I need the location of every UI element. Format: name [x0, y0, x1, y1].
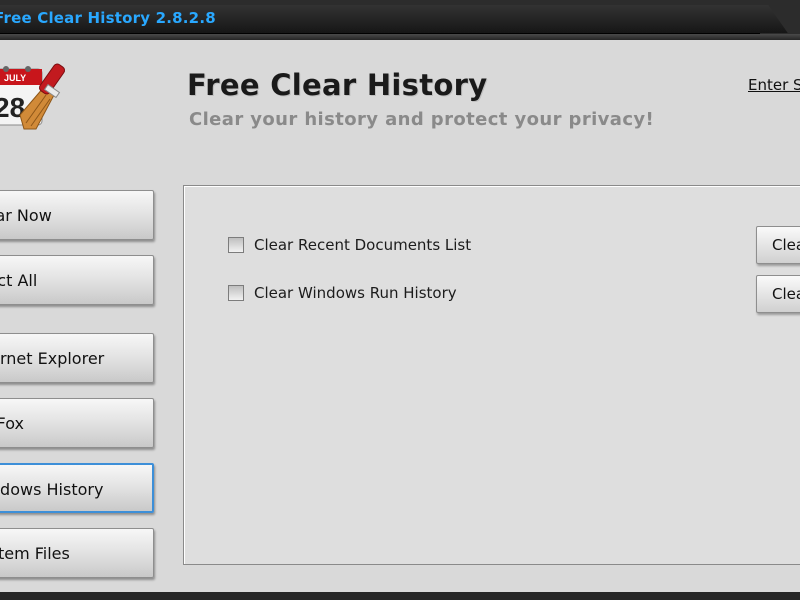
enter-serial-link[interactable]: Enter S — [748, 76, 800, 94]
option-run-history[interactable]: Clear Windows Run History — [228, 283, 457, 303]
button-label: Clear — [772, 236, 800, 254]
clear-recent-documents-button[interactable]: Clear — [756, 226, 800, 264]
nav-label: Clear Now — [0, 206, 52, 225]
select-all-button[interactable]: Select All — [0, 255, 154, 305]
calendar-month: JULY — [4, 73, 26, 83]
window-title: Free Clear History 2.8.2.8 — [0, 9, 216, 27]
option-label: Clear Windows Run History — [254, 284, 457, 302]
nav-label: Internet Explorer — [0, 349, 105, 368]
app-title: Free Clear History — [187, 68, 488, 102]
option-label: Clear Recent Documents List — [254, 236, 472, 254]
nav-internet-explorer-button[interactable]: Internet Explorer — [0, 333, 154, 383]
calendar-broom-icon: JULY 28 — [0, 55, 76, 137]
title-bar[interactable]: Free Clear History 2.8.2.8 — [0, 0, 800, 40]
nav-label: Windows History — [0, 480, 104, 499]
run-history-checkbox[interactable] — [228, 285, 244, 301]
clear-now-button[interactable]: Clear Now — [0, 190, 154, 240]
button-label: Clear — [772, 285, 800, 303]
nav-label: Select All — [0, 271, 38, 290]
option-recent-documents[interactable]: Clear Recent Documents List — [228, 235, 471, 255]
nav-label: FireFox — [0, 414, 24, 433]
nav-label: System Files — [0, 544, 70, 563]
recent-documents-checkbox[interactable] — [228, 237, 244, 253]
nav-firefox-button[interactable]: FireFox — [0, 398, 154, 448]
nav-windows-history-button[interactable]: Windows History — [0, 463, 154, 513]
bottom-frame — [0, 592, 800, 600]
clear-run-history-button[interactable]: Clear — [756, 275, 800, 313]
nav-system-files-button[interactable]: System Files — [0, 528, 154, 578]
app-subtitle: Clear your history and protect your priv… — [189, 109, 655, 130]
